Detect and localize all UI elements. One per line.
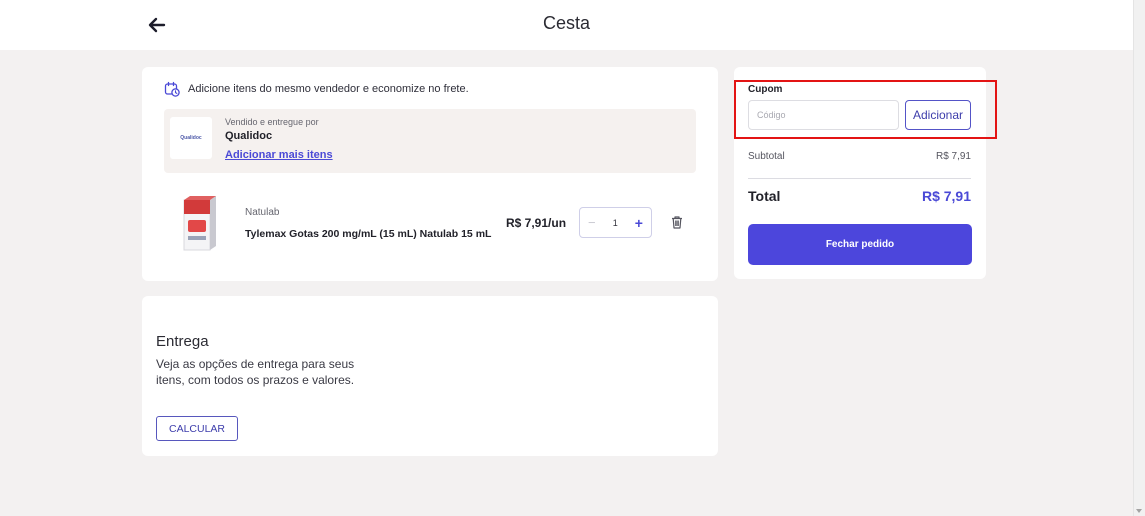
calculate-shipping-button[interactable]: CALCULAR xyxy=(156,416,238,441)
subtotal-value: R$ 7,91 xyxy=(935,151,971,162)
checkout-button[interactable]: Fechar pedido xyxy=(748,224,972,265)
seller-logo-text: Qualidoc xyxy=(180,135,202,141)
total-label: Total xyxy=(748,188,781,204)
quantity-value[interactable]: 1 xyxy=(613,218,618,228)
calendar-clock-icon xyxy=(164,81,180,97)
same-seller-hint: Adicione itens do mesmo vendedor e econo… xyxy=(164,81,469,97)
top-bar: Cesta xyxy=(0,0,1133,50)
page-title: Cesta xyxy=(542,13,591,33)
increase-quantity-button[interactable]: + xyxy=(635,215,643,231)
product-unit-price: R$ 7,91/un xyxy=(506,216,567,230)
product-name: Tylemax Gotas 200 mg/mL (15 mL) Natulab … xyxy=(245,228,492,240)
sold-by-label: Vendido e entregue por xyxy=(225,117,319,127)
total-value: R$ 7,91 xyxy=(921,188,971,204)
delivery-description: Veja as opções de entrega para seus iten… xyxy=(156,357,355,387)
scrollbar[interactable] xyxy=(1133,0,1145,516)
subtotal-label: Subtotal xyxy=(748,151,785,162)
product-brand: Natulab xyxy=(245,207,280,218)
scroll-down-arrow-icon[interactable] xyxy=(1136,509,1142,513)
seller-logo: Qualidoc xyxy=(170,117,212,159)
decrease-quantity-button[interactable]: − xyxy=(588,215,596,230)
summary-divider xyxy=(748,178,971,179)
hint-text: Adicione itens do mesmo vendedor e econo… xyxy=(188,83,469,95)
trash-icon[interactable] xyxy=(670,215,684,229)
cart-card: Adicione itens do mesmo vendedor e econo… xyxy=(142,67,718,281)
delivery-title: Entrega xyxy=(156,333,209,350)
quantity-stepper: − 1 + xyxy=(579,207,652,238)
add-more-items-link[interactable]: Adicionar mais itens xyxy=(225,149,333,161)
seller-box: Qualidoc Vendido e entregue por Qualidoc… xyxy=(164,109,696,173)
coupon-highlight-frame xyxy=(734,80,997,139)
product-image xyxy=(183,196,216,251)
seller-name: Qualidoc xyxy=(225,130,273,142)
delivery-card: Entrega Veja as opções de entrega para s… xyxy=(142,296,718,456)
